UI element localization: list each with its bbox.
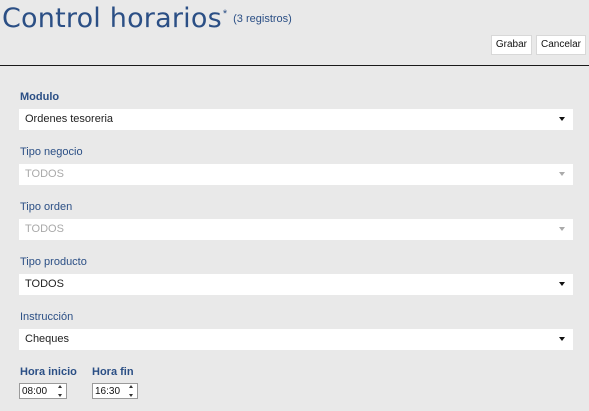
spin-up-icon[interactable]	[57, 385, 62, 388]
header-divider	[0, 65, 589, 66]
tipo-orden-select[interactable]: TODOS	[19, 219, 573, 240]
tipo-orden-value: TODOS	[25, 223, 64, 235]
record-count: (3 registros)	[233, 13, 292, 25]
spin-down-icon[interactable]	[57, 394, 62, 397]
chevron-down-icon	[559, 282, 565, 286]
instruccion-value: Cheques	[25, 333, 70, 345]
modulo-value: Ordenes tesoreria	[25, 113, 114, 125]
tipo-producto-label: Tipo producto	[20, 256, 87, 268]
modulo-select[interactable]: Ordenes tesoreria	[19, 109, 573, 130]
save-button[interactable]: Grabar	[490, 35, 532, 55]
instruccion-select[interactable]: Cheques	[19, 329, 573, 350]
hora-fin-input[interactable]: 16:30	[92, 383, 138, 399]
spin-down-icon[interactable]	[128, 394, 133, 397]
tipo-negocio-select[interactable]: TODOS	[19, 164, 573, 185]
required-marker: *	[222, 8, 228, 20]
hora-inicio-input[interactable]: 08:00	[19, 383, 67, 399]
hora-inicio-value: 08:00	[22, 385, 48, 397]
modulo-label: Modulo	[20, 91, 60, 103]
tipo-producto-value: TODOS	[25, 278, 64, 290]
chevron-down-icon	[559, 172, 565, 176]
chevron-down-icon	[559, 117, 565, 121]
hora-fin-label: Hora fin	[92, 366, 134, 378]
tipo-negocio-value: TODOS	[25, 168, 64, 180]
tipo-orden-label: Tipo orden	[20, 201, 73, 213]
time-spinner[interactable]	[55, 385, 64, 397]
hora-inicio-label: Hora inicio	[20, 366, 77, 378]
hora-fin-value: 16:30	[95, 385, 121, 397]
instruccion-label: Instrucción	[20, 311, 74, 323]
time-spinner[interactable]	[126, 385, 135, 397]
chevron-down-icon	[559, 337, 565, 341]
spin-up-icon[interactable]	[128, 385, 133, 388]
cancel-button[interactable]: Cancelar	[535, 35, 586, 55]
tipo-producto-select[interactable]: TODOS	[19, 274, 573, 295]
toolbar: Grabar Cancelar	[490, 35, 586, 55]
page-header: Control horarios * (3 registros)	[2, 3, 292, 34]
tipo-negocio-label: Tipo negocio	[20, 146, 83, 158]
page-title: Control horarios	[2, 3, 222, 34]
chevron-down-icon	[559, 227, 565, 231]
